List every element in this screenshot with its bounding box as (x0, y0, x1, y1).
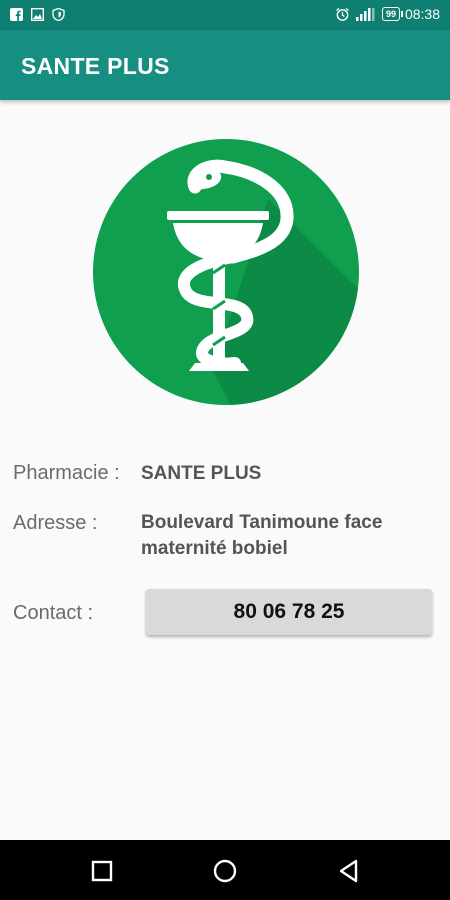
app-bar: SANTE PLUS (0, 30, 450, 100)
caduceus-icon (93, 139, 359, 405)
signal-icon (355, 7, 375, 21)
contact-label: Contact : (13, 602, 94, 624)
notification-icons (10, 8, 65, 21)
address-line-2: maternité bobiel (141, 538, 288, 559)
navigation-bar (0, 840, 450, 900)
shield-icon (52, 8, 65, 21)
alarm-icon (336, 7, 349, 21)
address-label: Adresse : (13, 512, 98, 534)
system-icons: 99 08:38 (335, 6, 440, 22)
recents-icon[interactable] (89, 858, 115, 884)
back-icon[interactable] (336, 858, 362, 884)
status-bar: 99 08:38 (0, 0, 450, 30)
clock: 08:38 (404, 6, 440, 22)
home-icon[interactable] (212, 858, 238, 884)
battery-icon: 99 (381, 7, 403, 21)
facebook-icon (10, 8, 23, 21)
contact-call-button[interactable]: 80 06 78 25 (146, 589, 432, 635)
address-line-1: Boulevard Tanimoune face (141, 512, 383, 533)
pharmacy-label: Pharmacie : (13, 462, 120, 484)
image-icon (31, 8, 44, 21)
app-title: SANTE PLUS (21, 53, 170, 79)
pharmacy-name: SANTE PLUS (141, 463, 262, 484)
